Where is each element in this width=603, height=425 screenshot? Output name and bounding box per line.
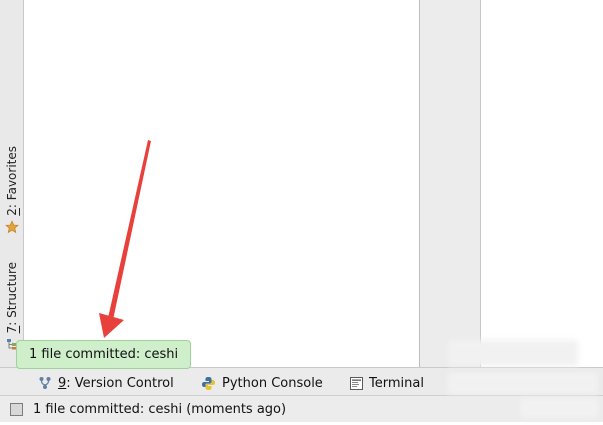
annotation-arrow: [99, 140, 151, 338]
